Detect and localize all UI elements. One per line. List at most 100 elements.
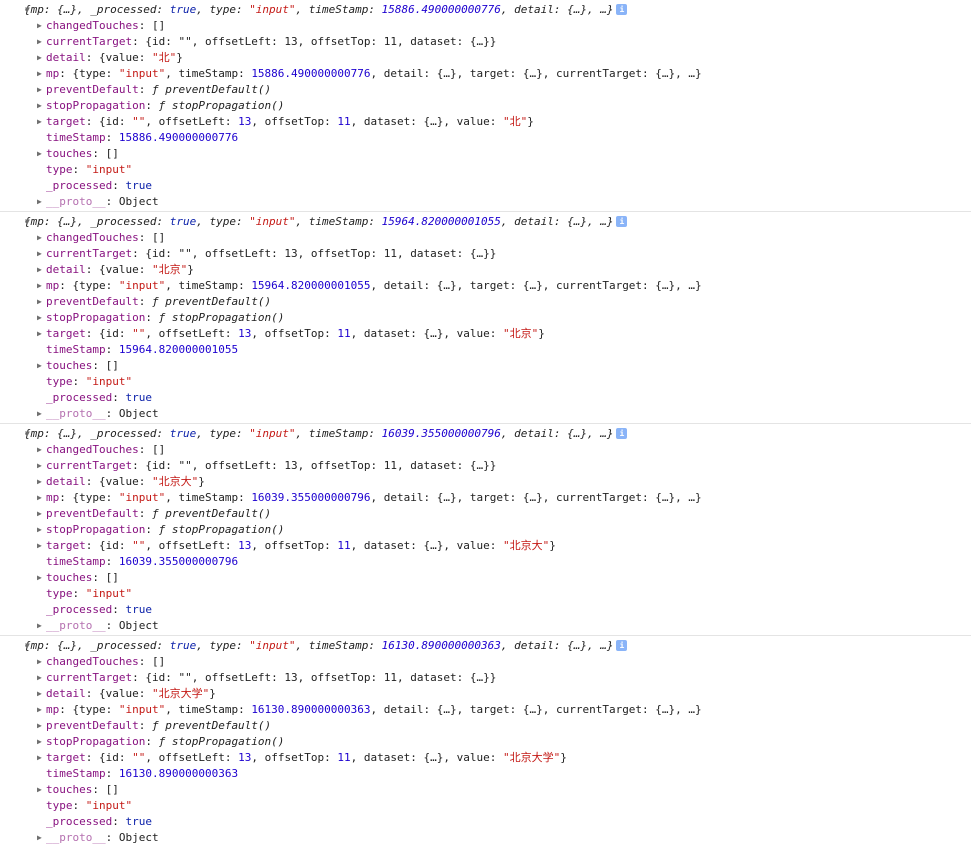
triangle-right-icon: ▶ <box>37 721 42 730</box>
triangle-right-icon: ▶ <box>37 313 42 322</box>
prop-proto[interactable]: ▶ __proto__: Object <box>0 194 971 210</box>
info-icon[interactable]: i <box>616 639 628 651</box>
triangle-right-icon: ▶ <box>37 149 42 158</box>
prop-changedTouches[interactable]: ▶ changedTouches: [] <box>0 442 971 458</box>
prop-detail[interactable]: ▶ detail: {value: "北"} <box>0 50 971 66</box>
triangle-right-icon: ▶ <box>37 361 42 370</box>
triangle-right-icon: ▶ <box>37 117 42 126</box>
prop-detail[interactable]: ▶ detail: {value: "北京"} <box>0 262 971 278</box>
triangle-down-icon: ▼ <box>25 641 30 650</box>
triangle-right-icon: ▶ <box>37 753 42 762</box>
console-log-entry: ▼ {mp: {…}, _processed: true, type: "inpu… <box>0 636 971 847</box>
triangle-right-icon: ▶ <box>37 541 42 550</box>
prop-target[interactable]: ▶ target: {id: "", offsetLeft: 13, offset… <box>0 750 971 766</box>
triangle-right-icon: ▶ <box>37 233 42 242</box>
prop-touches[interactable]: ▶ touches: [] <box>0 358 971 374</box>
prop-currentTarget[interactable]: ▶ currentTarget: {id: "", offsetLeft: 13,… <box>0 34 971 50</box>
prop-processed: _processed: true <box>46 391 152 404</box>
prop-changedTouches[interactable]: ▶ changedTouches: [] <box>0 18 971 34</box>
triangle-right-icon: ▶ <box>37 249 42 258</box>
prop-type: type: "input" <box>46 799 133 812</box>
prop-timeStamp: timeStamp: 15964.820000001055 <box>46 343 239 356</box>
prop-stopPropagation[interactable]: ▶ stopPropagation: ƒ stopPropagation() <box>0 734 971 750</box>
prop-preventDefault[interactable]: ▶ preventDefault: ƒ preventDefault() <box>0 294 971 310</box>
triangle-right-icon: ▶ <box>37 329 42 338</box>
triangle-right-icon: ▶ <box>37 409 42 418</box>
prop-changedTouches[interactable]: ▶ changedTouches: [] <box>0 654 971 670</box>
prop-proto[interactable]: ▶ __proto__: Object <box>0 618 971 634</box>
prop-currentTarget[interactable]: ▶ currentTarget: {id: "", offsetLeft: 13,… <box>0 458 971 474</box>
prop-preventDefault[interactable]: ▶ preventDefault: ƒ preventDefault() <box>0 718 971 734</box>
triangle-right-icon: ▶ <box>37 621 42 630</box>
info-icon[interactable]: i <box>616 427 628 439</box>
triangle-right-icon: ▶ <box>37 53 42 62</box>
prop-type: type: "input" <box>46 587 133 600</box>
summary-timestamp: 16130.890000000363 <box>381 639 501 652</box>
prop-stopPropagation[interactable]: ▶ stopPropagation: ƒ stopPropagation() <box>0 310 971 326</box>
triangle-right-icon: ▶ <box>37 85 42 94</box>
triangle-down-icon: ▼ <box>25 5 30 14</box>
prop-target[interactable]: ▶ target: {id: "", offsetLeft: 13, offset… <box>0 114 971 130</box>
console-log-entry: ▼ {mp: {…}, _processed: true, type: "inpu… <box>0 0 971 212</box>
prop-preventDefault[interactable]: ▶ preventDefault: ƒ preventDefault() <box>0 82 971 98</box>
triangle-right-icon: ▶ <box>37 493 42 502</box>
console-log-entry: ▼ {mp: {…}, _processed: true, type: "inpu… <box>0 424 971 636</box>
prop-timeStamp: timeStamp: 16130.890000000363 <box>46 767 239 780</box>
prop-currentTarget[interactable]: ▶ currentTarget: {id: "", offsetLeft: 13,… <box>0 246 971 262</box>
triangle-right-icon: ▶ <box>37 37 42 46</box>
triangle-right-icon: ▶ <box>37 197 42 206</box>
object-summary-toggle[interactable]: ▼ {mp: {…}, _processed: true, type: "inpu… <box>0 426 971 442</box>
prop-mp[interactable]: ▶ mp: {type: "input", timeStamp: 16130.89… <box>0 702 971 718</box>
prop-touches[interactable]: ▶ touches: [] <box>0 146 971 162</box>
triangle-right-icon: ▶ <box>37 297 42 306</box>
prop-proto[interactable]: ▶ __proto__: Object <box>0 830 971 846</box>
prop-changedTouches[interactable]: ▶ changedTouches: [] <box>0 230 971 246</box>
prop-processed: _processed: true <box>46 603 152 616</box>
prop-mp[interactable]: ▶ mp: {type: "input", timeStamp: 15964.82… <box>0 278 971 294</box>
prop-touches[interactable]: ▶ touches: [] <box>0 782 971 798</box>
prop-touches[interactable]: ▶ touches: [] <box>0 570 971 586</box>
triangle-right-icon: ▶ <box>37 21 42 30</box>
triangle-right-icon: ▶ <box>37 785 42 794</box>
prop-mp[interactable]: ▶ mp: {type: "input", timeStamp: 15886.49… <box>0 66 971 82</box>
info-icon[interactable]: i <box>616 215 628 227</box>
info-icon[interactable]: i <box>616 3 628 15</box>
object-summary-toggle[interactable]: ▼ {mp: {…}, _processed: true, type: "inpu… <box>0 2 971 18</box>
triangle-right-icon: ▶ <box>37 69 42 78</box>
triangle-right-icon: ▶ <box>37 737 42 746</box>
triangle-right-icon: ▶ <box>37 445 42 454</box>
triangle-right-icon: ▶ <box>37 705 42 714</box>
prop-preventDefault[interactable]: ▶ preventDefault: ƒ preventDefault() <box>0 506 971 522</box>
prop-detail[interactable]: ▶ detail: {value: "北京大"} <box>0 474 971 490</box>
triangle-right-icon: ▶ <box>37 461 42 470</box>
object-summary-toggle[interactable]: ▼ {mp: {…}, _processed: true, type: "inpu… <box>0 638 971 654</box>
triangle-down-icon: ▼ <box>25 217 30 226</box>
console-log-entry: ▼ {mp: {…}, _processed: true, type: "inpu… <box>0 212 971 424</box>
summary-timestamp: 15886.490000000776 <box>381 3 501 16</box>
prop-timeStamp: timeStamp: 15886.490000000776 <box>46 131 239 144</box>
triangle-right-icon: ▶ <box>37 101 42 110</box>
prop-proto[interactable]: ▶ __proto__: Object <box>0 406 971 422</box>
prop-timeStamp: timeStamp: 16039.355000000796 <box>46 555 239 568</box>
prop-mp[interactable]: ▶ mp: {type: "input", timeStamp: 16039.35… <box>0 490 971 506</box>
prop-target[interactable]: ▶ target: {id: "", offsetLeft: 13, offset… <box>0 538 971 554</box>
prop-processed: _processed: true <box>46 815 152 828</box>
triangle-right-icon: ▶ <box>37 689 42 698</box>
triangle-right-icon: ▶ <box>37 833 42 842</box>
triangle-right-icon: ▶ <box>37 281 42 290</box>
triangle-right-icon: ▶ <box>37 265 42 274</box>
prop-stopPropagation[interactable]: ▶ stopPropagation: ƒ stopPropagation() <box>0 522 971 538</box>
triangle-right-icon: ▶ <box>37 509 42 518</box>
summary-timestamp: 16039.355000000796 <box>381 427 501 440</box>
triangle-right-icon: ▶ <box>37 657 42 666</box>
triangle-right-icon: ▶ <box>37 477 42 486</box>
triangle-right-icon: ▶ <box>37 673 42 682</box>
object-summary-toggle[interactable]: ▼ {mp: {…}, _processed: true, type: "inpu… <box>0 214 971 230</box>
prop-stopPropagation[interactable]: ▶ stopPropagation: ƒ stopPropagation() <box>0 98 971 114</box>
prop-currentTarget[interactable]: ▶ currentTarget: {id: "", offsetLeft: 13,… <box>0 670 971 686</box>
summary-timestamp: 15964.820000001055 <box>381 215 501 228</box>
prop-target[interactable]: ▶ target: {id: "", offsetLeft: 13, offset… <box>0 326 971 342</box>
prop-type: type: "input" <box>46 375 133 388</box>
prop-detail[interactable]: ▶ detail: {value: "北京大学"} <box>0 686 971 702</box>
console-panel: ▼ {mp: {…}, _processed: true, type: "inpu… <box>0 0 971 847</box>
